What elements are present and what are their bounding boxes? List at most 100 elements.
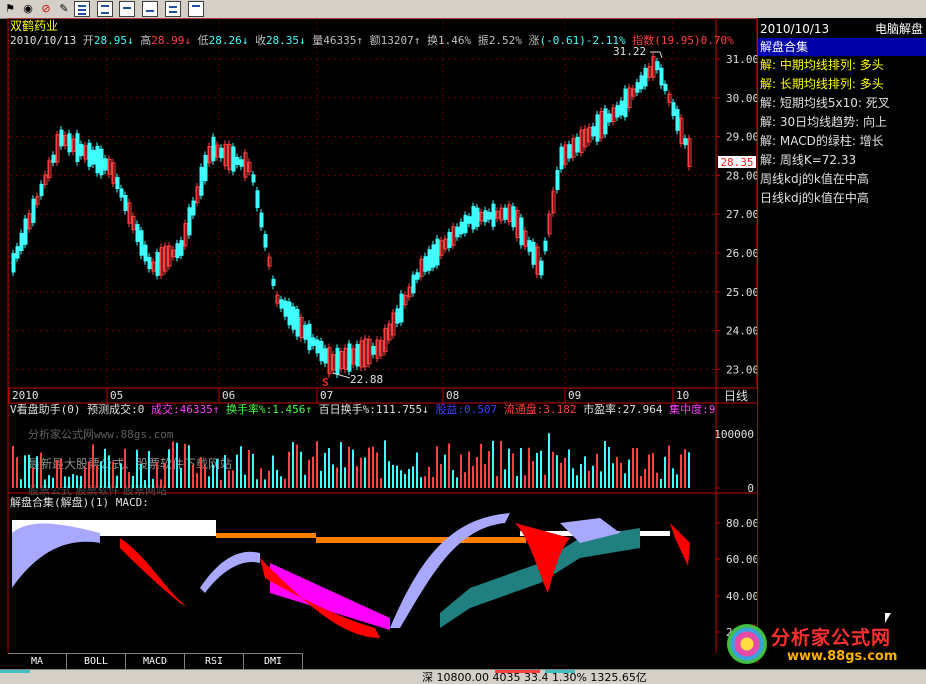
analysis-panel: 2010/10/13 电脑解盘 解盘合集 解: 中期均线排列: 多头 解: 长期均… — [757, 18, 926, 663]
candle-body — [283, 300, 288, 317]
volume-bar — [200, 457, 202, 488]
candle-body — [155, 252, 160, 276]
volume-bar — [584, 456, 586, 488]
volume-bar — [56, 460, 58, 488]
candle-body — [519, 217, 524, 246]
candlestick-series — [11, 52, 692, 379]
volume-bar — [256, 479, 258, 488]
candle-body — [483, 210, 488, 223]
candle-body — [75, 133, 80, 162]
candle-body — [191, 200, 196, 216]
analysis-row: 日线kdj的k值在中高 — [760, 191, 869, 205]
search-globe-icon[interactable]: ◉ — [20, 1, 36, 17]
tab-ma[interactable]: MA — [8, 653, 67, 669]
candle-body — [79, 143, 84, 157]
volume-bar — [588, 470, 590, 488]
candle-body — [95, 145, 100, 174]
volume-bar — [644, 468, 646, 488]
volume-bar — [648, 454, 650, 488]
stock-flag-icon[interactable]: ⚑ — [2, 1, 18, 17]
candle-body — [199, 166, 204, 196]
volume-bar — [308, 459, 310, 488]
price-tick: 28.00 — [726, 169, 757, 182]
date-tick: 07 — [320, 389, 333, 402]
volume-bar — [196, 473, 198, 488]
candle-body — [639, 75, 644, 90]
date-tick: 2010 — [12, 389, 39, 402]
chart-view-icon[interactable] — [142, 1, 158, 17]
volume-bar — [60, 458, 62, 488]
toolbar: ⚑ ◉ ⊘ ✎ — [0, 0, 926, 19]
volume-bar — [600, 471, 602, 488]
site-logo: 分析家公式网 www.88gs.com — [725, 620, 925, 668]
volume-bar — [448, 443, 450, 488]
volume-bar — [344, 467, 346, 488]
panel-title[interactable]: 解盘合集 — [758, 38, 926, 56]
volume-bar — [616, 456, 618, 488]
volume-bar — [540, 450, 542, 488]
price-tick: 24.00 — [726, 325, 757, 338]
volume-bar — [612, 463, 614, 488]
date-axis: 2010 05 06 07 08 09 10 — [8, 388, 689, 403]
candle-body — [235, 157, 240, 165]
candle-body — [355, 343, 360, 367]
volume-bar — [24, 455, 26, 488]
candle-body — [675, 109, 680, 131]
candle-body — [511, 206, 516, 228]
candle-body — [555, 170, 560, 190]
candle-body — [219, 147, 224, 159]
volume-bar — [592, 465, 594, 488]
tab-rsi[interactable]: RSI — [185, 653, 244, 669]
analysis-row: 周线kdj的k值在中高 — [760, 172, 869, 186]
volume-bar — [244, 474, 246, 488]
volume-bar — [420, 477, 422, 488]
date-tick: 09 — [568, 389, 581, 402]
panel-date: 2010/10/13 — [760, 22, 830, 36]
volume-bar — [356, 466, 358, 488]
volume-bar — [260, 468, 262, 488]
window-view-icon[interactable] — [188, 1, 204, 17]
volume-bar — [172, 441, 174, 488]
candle-body — [543, 240, 548, 252]
image-view-icon[interactable] — [119, 1, 135, 17]
candle-body — [595, 114, 600, 142]
tab-macd[interactable]: MACD — [126, 653, 185, 669]
low-price-marker: 22.88 — [350, 373, 383, 386]
volume-bar — [620, 462, 622, 488]
candle-body — [11, 253, 16, 273]
candle-body — [255, 190, 260, 209]
candle-body — [31, 198, 36, 223]
text-view-icon[interactable] — [165, 1, 181, 17]
sell-signal-flag: S — [322, 376, 329, 389]
volume-bar — [604, 441, 606, 488]
current-price-marker: 28.35 — [718, 156, 756, 169]
candle-body — [643, 67, 648, 87]
list-view-icon[interactable] — [74, 1, 90, 17]
period-label[interactable]: 日线 — [724, 389, 748, 403]
volume-bar — [632, 447, 634, 488]
macd-tick: 80.00 — [726, 517, 757, 530]
volume-bar — [676, 474, 678, 488]
stock-chart[interactable]: 双鹤药业 2010/10/13 开28.95↓ 高28.99↓ 低28.26↓ … — [0, 18, 757, 653]
volume-bar — [660, 479, 662, 488]
cancel-icon[interactable]: ⊘ — [38, 1, 54, 17]
candle-body — [303, 324, 308, 340]
draw-pen-icon[interactable]: ✎ — [56, 1, 72, 17]
volume-bar — [456, 477, 458, 488]
volume-bar — [140, 464, 142, 488]
layout-view-icon[interactable] — [97, 1, 113, 17]
volume-bar — [440, 463, 442, 488]
volume-bar — [224, 455, 226, 488]
price-tick: 31.00 — [726, 53, 757, 66]
candle-body — [187, 207, 192, 236]
volume-bar — [76, 475, 78, 488]
tab-dmi[interactable]: DMI — [244, 653, 303, 669]
tab-boll[interactable]: BOLL — [67, 653, 126, 669]
volume-bar — [116, 475, 118, 488]
candle-body — [531, 241, 536, 265]
volume-bar — [576, 475, 578, 488]
volume-bar — [408, 468, 410, 488]
volume-bar — [312, 456, 314, 488]
candle-body — [575, 136, 580, 153]
volume-axis: 100000 0 — [714, 428, 754, 495]
